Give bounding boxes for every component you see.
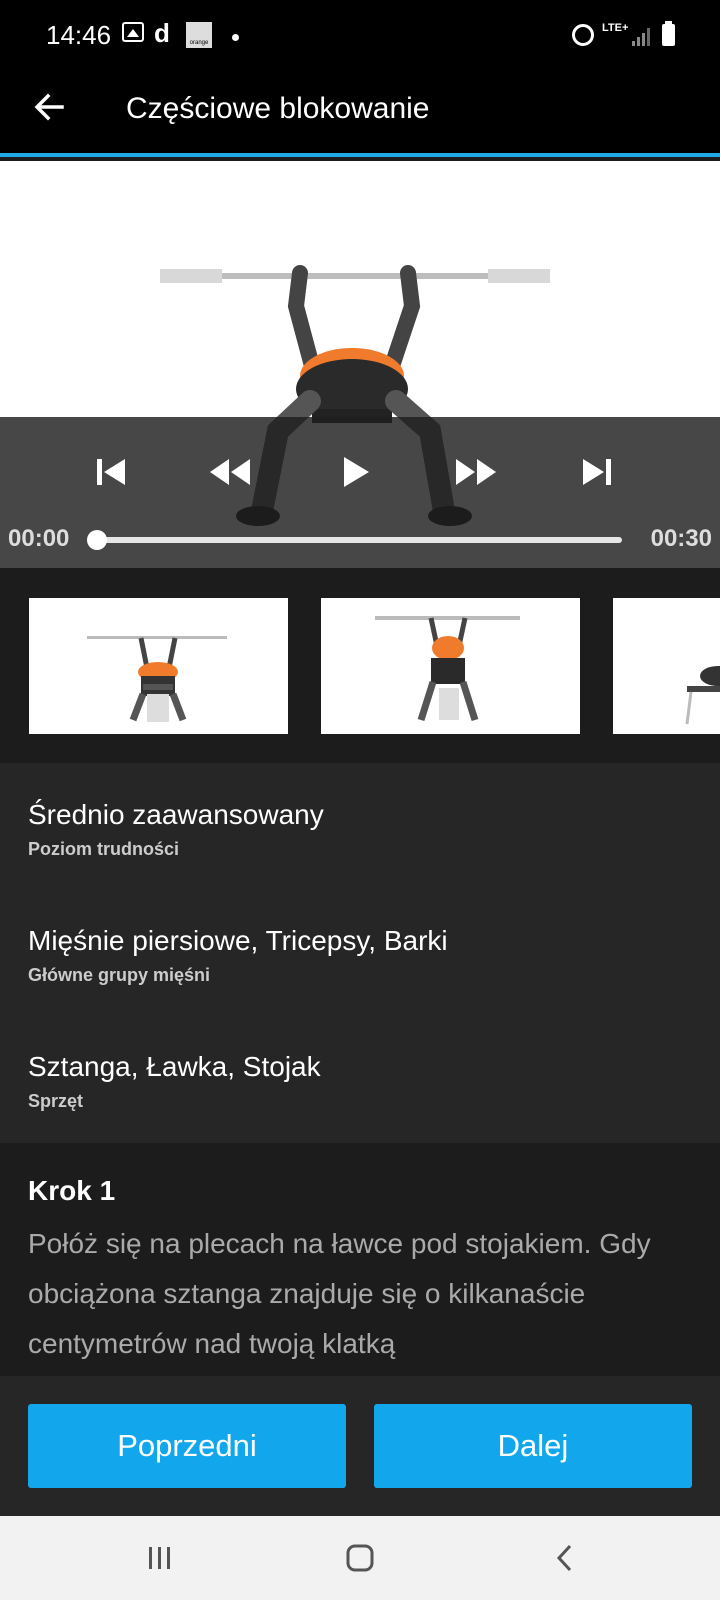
equipment-value: Sztanga, Ławka, Stojak [28, 1051, 321, 1082]
play-button[interactable] [331, 447, 381, 497]
muscles-value: Mięśnie piersiowe, Tricepsy, Barki [28, 925, 448, 956]
page-title: Częściowe blokowanie [126, 92, 430, 125]
recents-button[interactable] [138, 1536, 182, 1580]
play-icon [344, 457, 369, 487]
fast-forward-icon [456, 459, 496, 485]
rewind-icon [210, 459, 250, 485]
alarm-icon [572, 24, 594, 46]
home-button[interactable] [338, 1536, 382, 1580]
carrier-label: orange [189, 40, 209, 46]
thumbnail-image [87, 636, 227, 722]
rewind-button[interactable] [205, 447, 255, 497]
battery-icon [662, 21, 675, 46]
equipment-info: Sztanga, Ławka, Stojak Sprzęt [28, 1051, 321, 1112]
skip-previous-button[interactable] [86, 447, 136, 497]
step-text: Połóż się na plecach na ławce pod stojak… [28, 1228, 651, 1359]
thumbnail-2[interactable] [321, 598, 580, 734]
dot-icon [232, 34, 239, 41]
app-bar: Częściowe blokowanie [0, 60, 720, 157]
network-label: LTE+ [602, 22, 629, 34]
next-button[interactable]: Dalej [374, 1404, 692, 1488]
system-nav-bar [0, 1516, 720, 1600]
difficulty-info: Średnio zaawansowany Poziom trudności [28, 799, 324, 860]
seek-bar[interactable] [97, 537, 622, 543]
thumbnail-image [375, 616, 520, 722]
recents-icon [149, 1547, 170, 1569]
arrow-left-icon [34, 93, 64, 121]
thumbnail-1[interactable] [29, 598, 288, 734]
thumbnail-strip[interactable] [0, 568, 720, 763]
status-bar: 14:46 d orange LTE+ [0, 0, 720, 60]
duration: 00:30 [650, 525, 712, 552]
seek-thumb[interactable] [87, 530, 107, 550]
video-controls: 00:00 00:30 [0, 417, 720, 568]
muscles-info: Mięśnie piersiowe, Tricepsy, Barki Główn… [28, 925, 448, 986]
current-time: 00:00 [8, 525, 70, 552]
equipment-label: Sprzęt [28, 1091, 84, 1111]
step-section[interactable]: Krok 1 Połóż się na plecach na ławce pod… [0, 1143, 720, 1376]
exercise-info: Średnio zaawansowany Poziom trudności Mi… [0, 763, 720, 1143]
system-back-button[interactable] [542, 1536, 586, 1580]
previous-button[interactable]: Poprzedni [28, 1404, 346, 1488]
signal-icon [632, 28, 650, 46]
step-title: Krok 1 [28, 1175, 116, 1206]
skip-next-icon [583, 459, 611, 485]
back-button[interactable] [26, 84, 72, 130]
back-icon [556, 1544, 572, 1572]
home-icon [346, 1544, 374, 1572]
video-player[interactable]: 00:00 00:30 [0, 161, 720, 568]
gallery-icon [122, 22, 144, 42]
thumbnail-image [685, 666, 720, 725]
skip-next-button[interactable] [572, 447, 622, 497]
thumbnail-3[interactable] [613, 598, 720, 734]
fast-forward-button[interactable] [451, 447, 501, 497]
muscles-label: Główne grupy mięśni [28, 965, 211, 985]
d-icon: d [154, 18, 170, 48]
difficulty-label: Poziom trudności [28, 839, 180, 859]
skip-previous-icon [97, 459, 125, 485]
button-bar: Poprzedni Dalej [0, 1376, 720, 1516]
difficulty-value: Średnio zaawansowany [28, 799, 324, 830]
status-time: 14:46 [46, 20, 112, 50]
